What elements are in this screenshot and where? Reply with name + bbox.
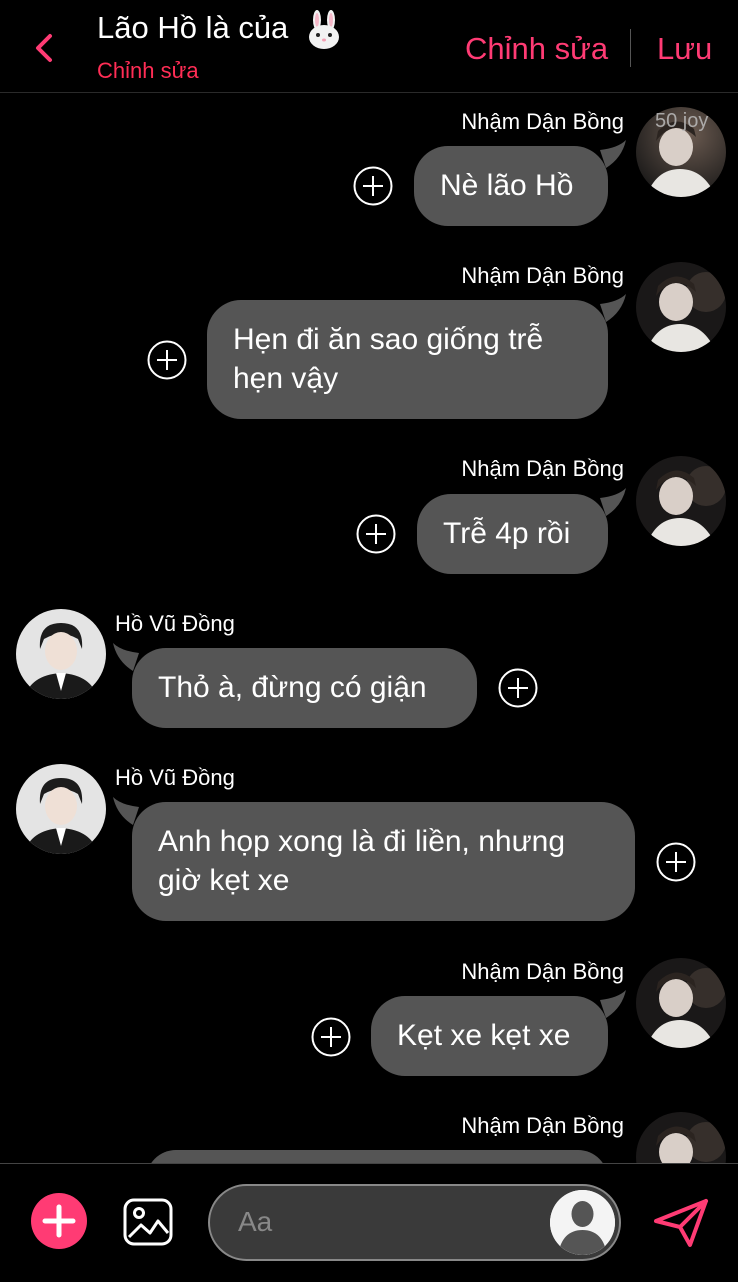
message-bubble[interactable]: Trễ 4p rồi [417,494,608,574]
message-bubble[interactable]: Kẹt xe kẹt xe [371,996,608,1076]
message-sender: Hồ Vũ Đồng [115,611,235,636]
image-gallery-icon[interactable] [122,1197,174,1247]
avatar-nham-dan-bong[interactable] [636,262,726,352]
avatar-ho-vu-dong[interactable] [16,764,106,854]
message-input[interactable]: Aa [208,1184,621,1261]
chat-header: Lão Hồ là của Chỉnh sửa Chỉnh sửa Lưu [0,0,738,93]
add-reaction-icon[interactable] [147,340,187,380]
message-text: Trễ 4p rồi [443,517,571,550]
avatar-nham-dan-bong[interactable] [636,456,726,546]
message-bubble[interactable]: Hẹn đi ăn sao giống trễ hẹn vậy [207,300,608,419]
add-reaction-icon[interactable] [656,842,696,882]
message-composer: Aa [0,1163,738,1282]
portrait-image [636,456,726,546]
message-sender: Nhậm Dận Bồng [461,1113,624,1138]
header-divider [630,29,631,67]
rabbit-face-icon [308,10,339,49]
portrait-image [16,609,106,699]
message-sender: Nhậm Dận Bồng [461,959,624,984]
message-sender: Nhậm Dận Bồng [461,263,624,288]
joy-badge: 50 joy [655,110,709,132]
avatar-nham-dan-bong[interactable] [636,958,726,1048]
message-sender: Nhậm Dận Bồng [461,109,624,134]
message-text: Thỏ à, đừng có giận [158,671,427,704]
edit-button[interactable]: Chỉnh sửa [465,31,608,67]
bubble-tail [600,294,626,322]
message-text: Kẹt xe kẹt xe [397,1019,571,1052]
message-bubble[interactable]: Thỏ à, đừng có giận [132,648,477,728]
message-bubble[interactable]: Nè lão Hồ [414,146,608,226]
portrait-image [636,958,726,1048]
message-text: Nè lão Hồ [440,169,574,202]
chat-title-text: Lão Hồ là của [97,10,289,46]
message-sender: Hồ Vũ Đồng [115,765,235,790]
chat-subtitle[interactable]: Chỉnh sửa [97,58,199,84]
back-chevron-icon[interactable] [28,28,62,68]
bubble-tail [600,140,626,168]
bubble-tail [600,990,626,1018]
portrait-image [16,764,106,854]
add-reaction-icon[interactable] [353,166,393,206]
add-reaction-icon[interactable] [498,668,538,708]
chat-title: Lão Hồ là của [97,10,343,50]
add-button[interactable] [31,1193,87,1249]
profile-avatar-icon[interactable] [550,1190,615,1255]
person-silhouette-icon [550,1190,615,1255]
message-bubble[interactable]: Anh họp xong là đi liền, nhưng giờ kẹt x… [132,802,635,921]
message-text: Hẹn đi ăn sao giống trễ hẹn vậy [233,323,544,395]
avatar-ho-vu-dong[interactable] [16,609,106,699]
add-reaction-icon[interactable] [311,1017,351,1057]
message-sender: Nhậm Dận Bồng [461,456,624,481]
bubble-tail [600,488,626,516]
message-text: Anh họp xong là đi liền, nhưng giờ kẹt x… [158,825,566,897]
save-button[interactable]: Lưu [657,31,712,67]
send-icon[interactable] [652,1197,710,1249]
add-reaction-icon[interactable] [356,514,396,554]
portrait-image [636,262,726,352]
message-input-placeholder: Aa [238,1206,273,1237]
plus-icon [42,1204,76,1238]
